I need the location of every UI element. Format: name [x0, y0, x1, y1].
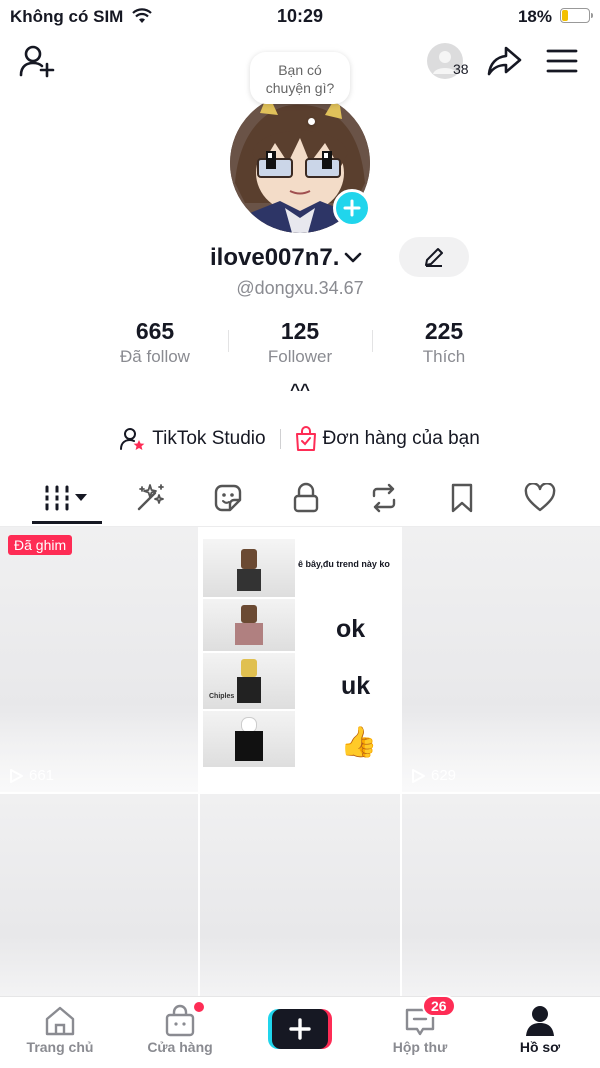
video-thumbnail[interactable] [0, 794, 198, 996]
tab-videos[interactable] [30, 470, 104, 525]
repost-icon [372, 483, 396, 512]
tab-reposts[interactable] [359, 470, 409, 525]
play-icon [412, 768, 425, 783]
plus-icon [343, 199, 361, 217]
tab-liked[interactable] [515, 470, 565, 525]
tiktok-studio-link[interactable]: TikTok Studio [120, 427, 266, 451]
viewer-count: 38 [453, 61, 469, 77]
note-bubble-line-2: chuyện gì? [265, 80, 335, 96]
clock: 10:29 [276, 6, 324, 26]
inbox-badge: 26 [422, 995, 456, 1017]
nav-profile-label: Hồ sơ [519, 1039, 561, 1055]
figure-panel: Chiples [203, 653, 295, 709]
nav-inbox-label: Hộp thư [392, 1039, 448, 1055]
video-thumbnail[interactable] [402, 794, 600, 996]
studio-icon [120, 428, 145, 450]
chevron-down-icon [345, 252, 362, 263]
orders-link[interactable]: Đơn hàng của bạn [295, 426, 480, 452]
orders-label: Đơn hàng của bạn [322, 428, 480, 449]
user-handle: @dongxu.34.67 [236, 278, 364, 298]
home-icon [45, 1006, 75, 1036]
tab-favorites[interactable] [437, 470, 487, 525]
bookmark-icon [451, 483, 473, 512]
plus-icon [289, 1018, 311, 1040]
add-user-icon [19, 45, 55, 78]
bubble-tail [308, 118, 315, 125]
status-bar: Không có SIM 10:29 18% [0, 0, 600, 34]
tab-stickers[interactable] [203, 470, 253, 525]
note-bubble[interactable]: Bạn có chuyện gì? [250, 52, 350, 104]
profile-icon [526, 1006, 554, 1036]
edit-profile-button[interactable] [399, 237, 469, 277]
video-caption-ok: ok [336, 615, 366, 643]
profile-tabs [0, 470, 600, 527]
pinned-badge: Đã ghim [8, 535, 73, 555]
figure-panel [203, 599, 295, 651]
following-label: Đã follow [120, 347, 190, 366]
sparkle-icon [137, 483, 164, 510]
bio-expand-toggle[interactable]: ^^ [0, 380, 600, 400]
shopping-bag-check-icon [295, 426, 316, 451]
active-tab-indicator [32, 521, 102, 524]
view-count: ... [208, 767, 242, 784]
profile-viewers-button[interactable]: 38 [427, 43, 475, 79]
battery-icon [560, 8, 593, 23]
video-caption-uk: uk [341, 672, 371, 700]
followers-label: Follower [267, 347, 333, 366]
share-icon [487, 46, 522, 76]
play-icon [210, 768, 223, 783]
following-count: 665 [135, 318, 175, 344]
links-separator [279, 429, 281, 449]
username-switcher[interactable]: ilove007n7. [210, 238, 380, 278]
tab-effects[interactable] [125, 470, 175, 525]
grid-dropdown-icon [44, 485, 87, 510]
likes-count: 225 [424, 318, 464, 344]
pencil-icon [425, 248, 443, 267]
bottom-nav: Trang chủ Cửa hàng 26 Hộp thư Hồ sơ [0, 995, 600, 1068]
lock-icon [293, 482, 319, 512]
nav-shop-label: Cửa hàng [147, 1039, 213, 1055]
figure-panel [203, 539, 295, 597]
video-watermark: Chiples [209, 693, 235, 700]
view-count: 629 [410, 767, 456, 784]
nav-inbox[interactable]: 26 Hộp thư [360, 995, 480, 1055]
stat-followers[interactable]: 125 Follower [220, 318, 380, 367]
thumbs-up-emoji: 👍 [340, 726, 378, 759]
shop-notification-dot [192, 1000, 206, 1014]
create-button[interactable] [268, 1009, 332, 1049]
followers-count: 125 [280, 318, 320, 344]
nav-profile[interactable]: Hồ sơ [480, 1003, 600, 1055]
battery-percent: 18% [517, 7, 552, 26]
stat-likes[interactable]: 225 Thích [364, 318, 524, 367]
video-thumbnail[interactable] [200, 794, 400, 996]
nav-home[interactable]: Trang chủ [0, 1003, 120, 1055]
tab-private[interactable] [281, 470, 331, 525]
video-thumbnail[interactable]: Đã ghim 661 [0, 527, 198, 792]
heart-icon [524, 482, 556, 511]
add-story-button[interactable] [333, 189, 371, 227]
menu-button[interactable] [543, 42, 581, 80]
sticker-icon [214, 484, 242, 511]
nav-home-label: Trang chủ [26, 1039, 94, 1055]
stat-following[interactable]: 665 Đã follow [75, 318, 235, 367]
add-friend-button[interactable] [16, 42, 58, 80]
video-caption-line: ê bây,đu trend này ko [298, 559, 390, 569]
likes-label: Thích [422, 347, 466, 366]
note-bubble-line-1: Bạn có [278, 62, 322, 78]
username: ilove007n7. [210, 244, 340, 271]
tiktok-studio-label: TikTok Studio [152, 428, 266, 449]
video-thumbnail[interactable]: Chiples ê bây,đu trend này ko ok uk 👍 ..… [200, 527, 400, 792]
share-button[interactable] [484, 42, 524, 80]
nav-shop[interactable]: Cửa hàng [120, 1000, 240, 1055]
creator-links-row: TikTok Studio Đơn hàng của bạn [0, 426, 600, 452]
figure-panel [203, 711, 295, 767]
play-icon [10, 768, 23, 783]
view-count: 661 [8, 767, 54, 784]
hamburger-menu-icon [546, 49, 578, 73]
video-thumbnail[interactable]: 629 [402, 527, 600, 792]
